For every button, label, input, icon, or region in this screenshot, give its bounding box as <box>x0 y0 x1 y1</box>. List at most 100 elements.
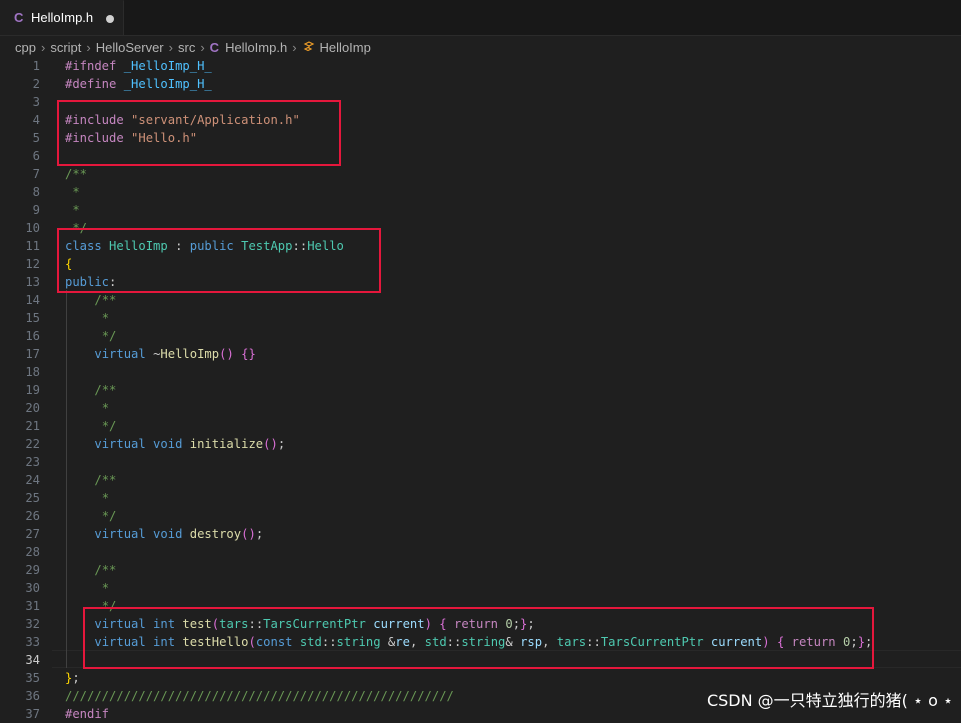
code-line[interactable]: 22 virtual void initialize(); <box>0 435 961 453</box>
unsaved-dot-icon[interactable] <box>106 15 114 23</box>
chevron-right-icon: › <box>200 39 205 55</box>
code-line[interactable]: 7 /** <box>0 165 961 183</box>
code-text: */ <box>65 507 117 525</box>
code-text: /** <box>65 561 116 579</box>
line-number: 16 <box>25 329 40 343</box>
breadcrumb-item-script[interactable]: script <box>50 40 81 55</box>
code-token: * <box>65 185 80 199</box>
line-number: 29 <box>25 563 40 577</box>
code-token: () <box>241 527 256 541</box>
line-number: 7 <box>32 167 40 181</box>
code-token: */ <box>94 509 117 523</box>
code-token: /** <box>94 383 117 397</box>
line-number: 24 <box>25 473 40 487</box>
line-number: 36 <box>25 689 40 703</box>
code-text: */ <box>65 417 117 435</box>
code-token: /** <box>94 293 117 307</box>
code-text: ////////////////////////////////////////… <box>65 687 454 705</box>
code-line[interactable]: 16 */ <box>0 327 961 345</box>
code-text: #define _HelloImp_H_ <box>65 75 212 93</box>
line-number: 3 <box>32 95 40 109</box>
breadcrumb-item-symbol[interactable]: HelloImp <box>320 40 371 55</box>
annotation-box-class-decl <box>57 228 381 293</box>
code-line[interactable]: 29 /** <box>0 561 961 579</box>
breadcrumb-item-src[interactable]: src <box>178 40 195 55</box>
code-token: * <box>94 401 110 415</box>
code-line[interactable]: 21 */ <box>0 417 961 435</box>
code-line[interactable]: 26 */ <box>0 507 961 525</box>
tab-helloimp-h[interactable]: C HelloImp.h <box>0 0 124 35</box>
code-token: () <box>219 347 234 361</box>
code-token: * <box>94 581 110 595</box>
chevron-right-icon: › <box>168 39 173 55</box>
code-text: #ifndef _HelloImp_H_ <box>65 57 212 75</box>
line-number: 27 <box>25 527 40 541</box>
line-number: 19 <box>25 383 40 397</box>
code-token: ; <box>255 527 264 541</box>
line-number: 1 <box>32 59 40 73</box>
code-line[interactable]: 18 <box>0 363 961 381</box>
line-number: 23 <box>25 455 40 469</box>
code-line[interactable]: 17 virtual ~HelloImp() {} <box>0 345 961 363</box>
chevron-right-icon: › <box>40 39 46 55</box>
code-line[interactable]: 25 * <box>0 489 961 507</box>
code-token: virtual <box>94 347 154 361</box>
line-number: 20 <box>25 401 40 415</box>
line-number: 34 <box>25 653 40 667</box>
line-number: 37 <box>25 707 40 721</box>
line-number: 30 <box>25 581 40 595</box>
line-number: 32 <box>25 617 40 631</box>
code-line[interactable]: 14 /** <box>0 291 961 309</box>
breadcrumb-item-helloserver[interactable]: HelloServer <box>96 40 164 55</box>
code-text: /** <box>65 165 87 183</box>
code-line[interactable]: 19 /** <box>0 381 961 399</box>
code-token: /** <box>65 167 88 181</box>
breadcrumb-item-file[interactable]: HelloImp.h <box>225 40 287 55</box>
line-number: 10 <box>25 221 40 235</box>
code-line[interactable]: 20 * <box>0 399 961 417</box>
line-number: 21 <box>25 419 40 433</box>
line-number: 12 <box>25 257 40 271</box>
code-token: () <box>263 437 278 451</box>
code-line[interactable]: 23 <box>0 453 961 471</box>
code-line[interactable]: 35}; <box>0 669 961 687</box>
code-line[interactable]: 2 #define _HelloImp_H_ <box>0 75 961 93</box>
code-text: virtual ~HelloImp() {} <box>65 345 256 363</box>
code-token: #ifndef <box>65 59 124 73</box>
code-token: destroy <box>189 527 242 541</box>
code-text: * <box>65 579 109 597</box>
line-number: 28 <box>25 545 40 559</box>
code-token: * <box>65 203 80 217</box>
code-line[interactable]: 28 <box>0 543 961 561</box>
code-token: HelloImp <box>160 347 220 361</box>
code-line[interactable]: 30 * <box>0 579 961 597</box>
code-token: /** <box>94 563 117 577</box>
code-line[interactable]: 15 * <box>0 309 961 327</box>
line-number: 8 <box>32 185 40 199</box>
line-number: 5 <box>32 131 40 145</box>
code-text: /** <box>65 471 116 489</box>
breadcrumb-item-cpp[interactable]: cpp <box>15 40 36 55</box>
watermark: CSDN @一只特立独行的猪( ⋆ ο ⋆ <box>706 691 953 710</box>
line-number: 4 <box>32 113 40 127</box>
code-line[interactable]: 1 #ifndef _HelloImp_H_ <box>0 57 961 75</box>
code-line[interactable]: 24 /** <box>0 471 961 489</box>
code-text: }; <box>65 669 80 687</box>
code-token: ; <box>277 437 286 451</box>
tab-bar: C HelloImp.h <box>0 0 961 36</box>
code-line[interactable]: 8 * <box>0 183 961 201</box>
c-file-icon: C <box>14 10 24 25</box>
code-line[interactable]: 9 * <box>0 201 961 219</box>
code-token: {} <box>241 347 256 361</box>
code-token: /** <box>94 473 117 487</box>
code-line[interactable]: 27 virtual void destroy(); <box>0 525 961 543</box>
line-number: 9 <box>32 203 40 217</box>
line-number: 17 <box>25 347 40 361</box>
